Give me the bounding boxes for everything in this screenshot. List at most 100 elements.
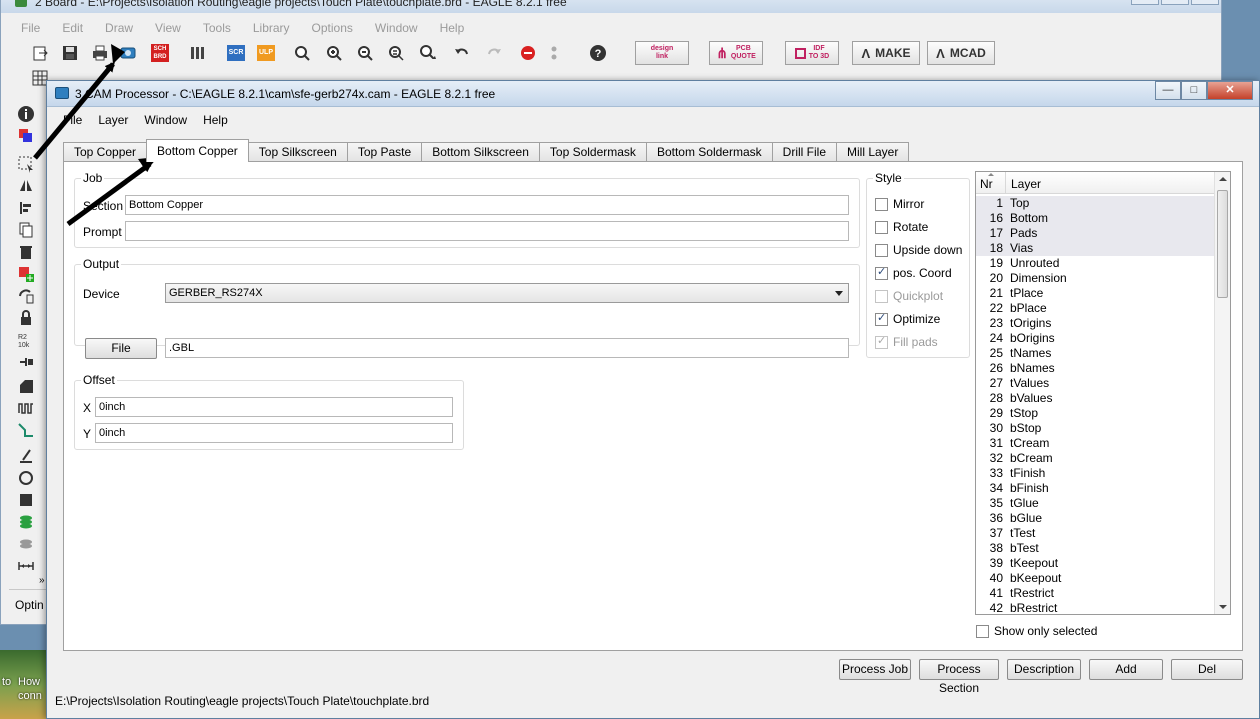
- align-icon[interactable]: [17, 199, 35, 217]
- layer-list-scrollbar[interactable]: [1214, 172, 1230, 614]
- circle-icon[interactable]: [17, 469, 35, 487]
- menu-draw[interactable]: Draw: [105, 21, 133, 35]
- layer-row[interactable]: 21 tPlace: [976, 286, 1214, 301]
- tab-top-silkscreen[interactable]: Top Silkscreen: [247, 142, 348, 162]
- group-select-icon[interactable]: [17, 155, 35, 173]
- copy-icon[interactable]: [17, 221, 35, 239]
- menu-edit[interactable]: Edit: [62, 21, 83, 35]
- upside-down-checkbox[interactable]: Upside down: [875, 243, 962, 257]
- layer-row[interactable]: 26 bNames: [976, 361, 1214, 376]
- minimize-button[interactable]: —: [1131, 0, 1159, 5]
- layer-row[interactable]: 17 Pads: [976, 226, 1214, 241]
- close-button[interactable]: ✕: [1207, 81, 1253, 100]
- scrollbar-thumb[interactable]: [1217, 190, 1228, 298]
- column-header-nr[interactable]: Nr: [976, 172, 1006, 193]
- rectangle-icon[interactable]: [17, 491, 35, 509]
- rotate-checkbox[interactable]: Rotate: [875, 220, 928, 234]
- upside-down-checkbox-box[interactable]: [875, 243, 888, 257]
- scroll-up-icon[interactable]: [1219, 177, 1227, 181]
- layer-row[interactable]: 37 tTest: [976, 526, 1214, 541]
- mcad-button[interactable]: Ʌ MCAD: [927, 41, 995, 65]
- close-button[interactable]: ✕: [1191, 0, 1219, 5]
- layer-row[interactable]: 22 bPlace: [976, 301, 1214, 316]
- del-button[interactable]: Del: [1171, 659, 1243, 680]
- show-only-selected-checkbox[interactable]: Show only selected: [976, 624, 1097, 638]
- tab-mill-layer[interactable]: Mill Layer: [836, 142, 910, 162]
- layer-row[interactable]: 35 tGlue: [976, 496, 1214, 511]
- menu-file[interactable]: File: [21, 21, 40, 35]
- save-button[interactable]: [59, 42, 81, 64]
- layer-row[interactable]: 31 tCream: [976, 436, 1214, 451]
- zoom-out-button[interactable]: [354, 42, 376, 64]
- zoom-select-button[interactable]: [417, 42, 439, 64]
- undo-button[interactable]: [451, 42, 473, 64]
- wire-icon[interactable]: [17, 447, 35, 465]
- board-titlebar[interactable]: 2 Board - E:\Projects\Isolation Routing\…: [1, 0, 1221, 13]
- menu-tools[interactable]: Tools: [203, 21, 231, 35]
- design-link-button[interactable]: design link: [635, 41, 689, 65]
- miter-icon[interactable]: [17, 377, 35, 395]
- scroll-down-icon[interactable]: [1219, 605, 1227, 609]
- pos-coord-checkbox-box[interactable]: [875, 265, 888, 280]
- layer-row[interactable]: 25 tNames: [976, 346, 1214, 361]
- ratsnest-stack-icon[interactable]: [17, 535, 35, 553]
- cam-processor-button[interactable]: [117, 42, 139, 64]
- mirror-icon[interactable]: [17, 177, 35, 195]
- layer-row[interactable]: 30 bStop: [976, 421, 1214, 436]
- layer-row[interactable]: 33 tFinish: [976, 466, 1214, 481]
- pcb-quote-button[interactable]: ⋔ PCB QUOTE: [709, 41, 763, 65]
- menu-window[interactable]: Window: [144, 113, 187, 127]
- layer-row[interactable]: 20 Dimension: [976, 271, 1214, 286]
- idf-to-3d-button[interactable]: IDF TO 3D: [785, 41, 839, 65]
- menu-help[interactable]: Help: [203, 113, 228, 127]
- menu-options[interactable]: Options: [312, 21, 353, 35]
- prompt-input[interactable]: [125, 221, 849, 241]
- library-button[interactable]: [187, 42, 209, 64]
- device-select[interactable]: GERBER_RS274X: [165, 283, 849, 303]
- replace-icon[interactable]: [17, 287, 35, 305]
- layer-row[interactable]: 23 tOrigins: [976, 316, 1214, 331]
- lock-icon[interactable]: [17, 309, 35, 327]
- mirror-checkbox[interactable]: Mirror: [875, 197, 924, 211]
- tab-top-copper[interactable]: Top Copper: [63, 142, 148, 162]
- layer-row[interactable]: 34 bFinish: [976, 481, 1214, 496]
- route-icon[interactable]: [17, 421, 35, 439]
- offset-y-input[interactable]: 0inch: [95, 423, 453, 443]
- maximize-button[interactable]: □: [1161, 0, 1189, 5]
- tab-bottom-silkscreen[interactable]: Bottom Silkscreen: [421, 142, 540, 162]
- layer-row[interactable]: 36 bGlue: [976, 511, 1214, 526]
- layer-row[interactable]: 19 Unrouted: [976, 256, 1214, 271]
- offset-x-input[interactable]: 0inch: [95, 397, 453, 417]
- display-layers-icon[interactable]: [17, 127, 35, 145]
- add-part-icon[interactable]: [17, 265, 35, 283]
- print-button[interactable]: [89, 42, 111, 64]
- open-button[interactable]: [29, 42, 51, 64]
- script-button[interactable]: SCR: [225, 42, 247, 64]
- menu-view[interactable]: View: [155, 21, 181, 35]
- process-section-button[interactable]: Process Section: [919, 659, 999, 695]
- column-header-layer[interactable]: Layer: [1006, 172, 1041, 193]
- menu-layer[interactable]: Layer: [98, 113, 128, 127]
- tab-bottom-soldermask[interactable]: Bottom Soldermask: [645, 142, 773, 162]
- tab-top-paste[interactable]: Top Paste: [346, 142, 423, 162]
- smash-value-icon[interactable]: R210k: [17, 331, 35, 349]
- zoom-in-button[interactable]: [323, 42, 345, 64]
- menu-library[interactable]: Library: [253, 21, 290, 35]
- layer-list[interactable]: Nr Layer 1 Top 16 Bottom 17 Pads 18 Vias 19 Unrou…: [975, 171, 1231, 615]
- optimize-checkbox[interactable]: Optimize: [875, 311, 940, 326]
- layer-row[interactable]: 40 bKeepout: [976, 571, 1214, 586]
- move-pin-icon[interactable]: [17, 353, 35, 371]
- maximize-button[interactable]: □: [1181, 81, 1207, 100]
- tab-top-soldermask[interactable]: Top Soldermask: [538, 142, 647, 162]
- make-button[interactable]: Ʌ MAKE: [852, 41, 920, 65]
- layer-row[interactable]: 29 tStop: [976, 406, 1214, 421]
- layer-row[interactable]: 41 tRestrict: [976, 586, 1214, 601]
- file-button[interactable]: File: [85, 338, 157, 359]
- show-only-selected-checkbox-box[interactable]: [976, 624, 989, 638]
- info-icon[interactable]: [17, 105, 35, 123]
- layer-row[interactable]: 1 Top: [976, 196, 1214, 211]
- stop-button[interactable]: [517, 42, 539, 64]
- tab-drill-file[interactable]: Drill File: [771, 142, 837, 162]
- output-file-input[interactable]: .GBL: [165, 338, 849, 358]
- section-input[interactable]: Bottom Copper: [125, 195, 849, 215]
